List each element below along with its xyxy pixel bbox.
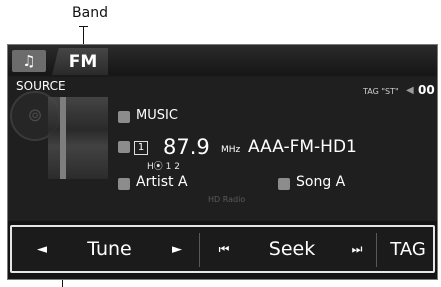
tune-up-button[interactable]: ► <box>162 227 192 271</box>
album-art <box>48 97 108 179</box>
control-bar: ◄ Tune ► ⏮ Seek ⏭ TAG <box>8 221 437 279</box>
frequency: 87.9 <box>163 135 210 159</box>
band-callout-line <box>83 26 84 44</box>
tune-label: Tune <box>87 238 132 260</box>
station-name: AAA-FM-HD1 <box>248 137 357 157</box>
tune-down-button[interactable]: ◄ <box>27 227 57 271</box>
source-tabstrip: ♫ FM <box>8 45 437 75</box>
artist-icon <box>118 178 130 190</box>
song-text: Song A <box>296 174 346 190</box>
genre-icon <box>118 111 130 123</box>
tune-down-icon: ◄ <box>37 241 47 257</box>
control-frame: ◄ Tune ► ⏮ Seek ⏭ TAG <box>10 225 435 273</box>
hd-subchannels: H⦿ 1 2 <box>147 159 180 172</box>
music-note-icon: ♫ <box>22 52 36 70</box>
band-tab-fm[interactable]: FM <box>52 48 108 75</box>
artist-text: Artist A <box>136 174 188 190</box>
seek-up-icon: ⏭ <box>351 241 363 256</box>
volume-level: 00 <box>418 83 435 97</box>
hd-channel-list: 1 2 <box>165 162 180 172</box>
seek-down-button[interactable]: ⏮ <box>209 227 239 271</box>
song-icon <box>278 178 290 190</box>
tag-status: TAG "ST" <box>363 87 399 96</box>
preset-number: 1 <box>134 141 148 155</box>
hd-radio-logo: HD Radio <box>208 195 246 204</box>
antenna-icon: ⊚ <box>27 105 43 126</box>
hd-icon: H⦿ <box>147 162 166 172</box>
seek-down-icon: ⏮ <box>218 241 230 256</box>
seek-up-button[interactable]: ⏭ <box>342 227 372 271</box>
divider-seek-tag <box>376 233 377 267</box>
music-tab[interactable]: ♫ <box>12 50 46 72</box>
genre-text: MUSIC <box>136 108 178 123</box>
tag-button[interactable]: TAG <box>380 227 436 271</box>
tune-up-icon: ► <box>172 241 182 257</box>
seek-label: Seek <box>268 238 316 260</box>
station-id-icon <box>118 141 130 153</box>
band-callout-label: Band <box>72 5 108 21</box>
volume-icon: ◀ <box>406 85 414 96</box>
band-callout-tick <box>79 26 88 27</box>
audio-screen: ♫ FM SOURCE ⊚ TAG "ST" ◀ 00 MUSIC 1 87.9… <box>7 44 438 280</box>
divider-tune-seek <box>199 233 200 267</box>
frequency-unit: MHz <box>221 145 241 155</box>
